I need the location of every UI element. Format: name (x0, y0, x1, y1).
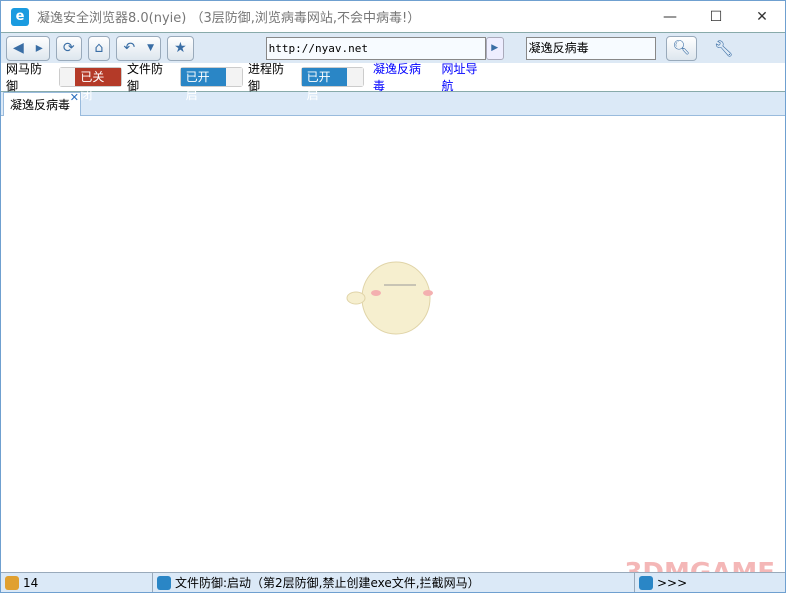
undo-button[interactable]: ↶ (117, 40, 141, 56)
process-defense-toggle[interactable]: 已开启 (300, 67, 364, 102)
status-bar: 14 文件防御:启动（第2层防御,禁止创建exe文件,拦截网马） >>> (1, 572, 785, 592)
file-defense-label: 文件防御 (127, 62, 164, 93)
favorites-button[interactable]: ★ (168, 40, 193, 56)
block-count: 14 (23, 575, 39, 590)
shield-icon (5, 575, 19, 590)
address-input[interactable]: http://nyav.net (265, 36, 486, 60)
antivirus-link[interactable]: 凝逸反病毒 (373, 60, 432, 94)
forward-button[interactable]: ▸ (30, 40, 49, 56)
defense-bar: 网马防御 已关闭 文件防御 已开启 进程防御 已开启 凝逸反病毒 网址导航 (1, 60, 489, 102)
window-title: 凝逸安全浏览器8.0(nyie) （3层防御,浏览病毒网站,不会中病毒!） (37, 11, 421, 26)
file-defense-toggle[interactable]: 已开启 (179, 67, 243, 102)
process-defense-label: 进程防御 (248, 62, 285, 93)
toolbar: ◀ ▸ ⟳ ⌂ ↶ ▼ ★ http://nyav.net ▶ 凝逸反病毒 🔍︎ 🔧… (1, 32, 785, 63)
maximize-button[interactable]: ☐ (693, 9, 739, 25)
web-defense-toggle[interactable]: 已关闭 (58, 67, 122, 102)
ie-icon (157, 575, 171, 590)
home-button[interactable]: ⌂ (89, 40, 110, 56)
nav-link[interactable]: 网址导航 (441, 60, 489, 94)
status-message: 文件防御:启动（第2层防御,禁止创建exe文件,拦截网马） (175, 576, 480, 590)
settings-wrench-icon[interactable]: 🔧︎ (713, 39, 733, 58)
browser-logo-icon: e (11, 7, 29, 26)
loading-mascot-icon (346, 261, 433, 335)
title-bar: e 凝逸安全浏览器8.0(nyie) （3层防御,浏览病毒网站,不会中病毒!） … (1, 1, 785, 32)
tab-antivirus[interactable]: 凝逸反病毒 ✕ (3, 91, 82, 116)
refresh-button[interactable]: ⟳ (57, 40, 81, 56)
ie-icon (639, 575, 653, 590)
close-tab-icon[interactable]: ✕ (70, 91, 79, 104)
close-button[interactable]: ✕ (739, 9, 785, 25)
search-input[interactable]: 凝逸反病毒 (525, 36, 656, 60)
more-button[interactable]: >>> (657, 576, 687, 590)
tab-label: 凝逸反病毒 (10, 98, 71, 112)
minimize-button[interactable]: — (647, 9, 693, 25)
go-button[interactable]: ▶ (485, 36, 504, 60)
search-icon[interactable]: 🔍︎ (667, 40, 697, 56)
back-button[interactable]: ◀ (7, 40, 30, 56)
web-defense-label: 网马防御 (6, 62, 43, 93)
dropdown-icon[interactable]: ▼ (141, 43, 160, 53)
